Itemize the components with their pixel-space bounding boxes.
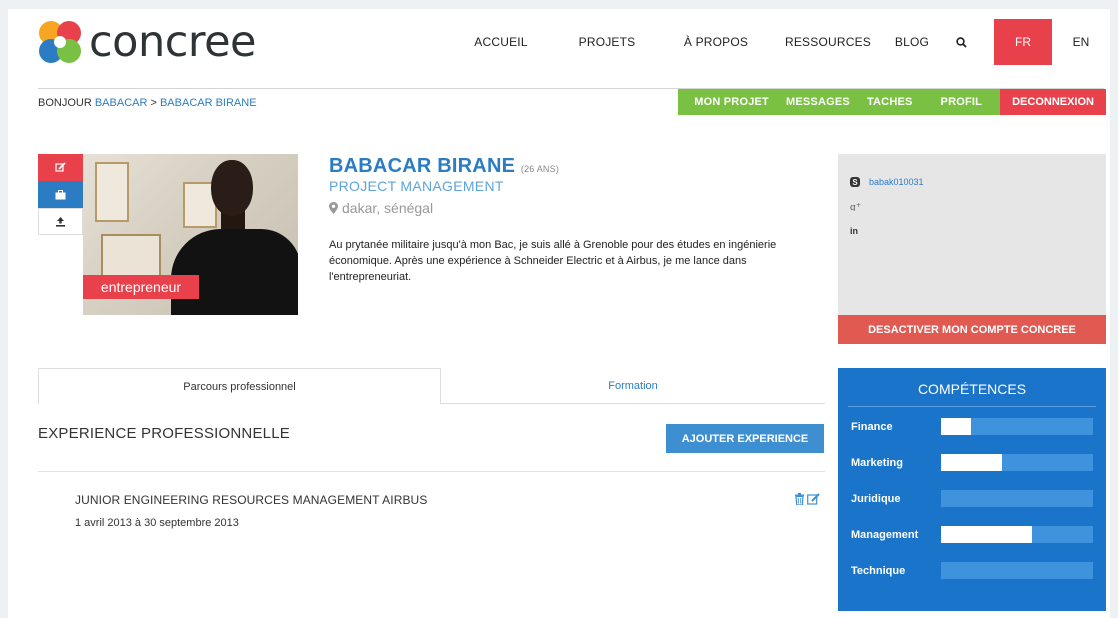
- profile-role: PROJECT MANAGEMENT: [329, 178, 504, 194]
- skill-bar: [941, 490, 1093, 507]
- google-plus-icon: g +: [850, 202, 861, 211]
- experience-item-dates: 1 avril 2013 à 30 septembre 2013: [75, 517, 239, 529]
- tab-parcours-professionnel[interactable]: Parcours professionnel: [38, 368, 441, 404]
- skype-username[interactable]: babak010031: [869, 177, 924, 187]
- deactivate-account-button[interactable]: DESACTIVER MON COMPTE CONCREE: [838, 315, 1106, 344]
- breadcrumb-current[interactable]: BABACAR BIRANE: [160, 97, 257, 109]
- upload-button[interactable]: [38, 208, 83, 235]
- experience-item-actions: [794, 493, 820, 505]
- skill-label: Marketing: [851, 456, 903, 469]
- edit-icon[interactable]: [807, 493, 820, 505]
- experience-item-title: JUNIOR ENGINEERING RESOURCES MANAGEMENT …: [75, 493, 428, 507]
- subnav-item-taches[interactable]: TACHES: [867, 96, 913, 108]
- skills-panel: COMPÉTENCES Finance Marketing Juridique …: [838, 368, 1106, 611]
- skill-bar-fill: [941, 526, 1033, 543]
- skills-divider: [848, 406, 1096, 407]
- svg-text:in: in: [850, 226, 858, 235]
- svg-text:+: +: [856, 202, 861, 209]
- profile-name-text: BABACAR BIRANE: [329, 155, 516, 177]
- svg-text:S: S: [852, 178, 858, 187]
- logo-text: concree: [89, 17, 257, 67]
- search-icon[interactable]: [946, 19, 976, 65]
- skill-bar-fill: [941, 418, 972, 435]
- profile-location-text: dakar, sénégal: [342, 200, 434, 216]
- social-panel: S babak010031 g + in: [838, 154, 1106, 315]
- skill-bar: [941, 526, 1093, 543]
- subnav-item-mon-projet[interactable]: MON PROJET: [694, 96, 769, 108]
- breadcrumb-greeting: BONJOUR: [38, 97, 95, 109]
- nav-item-projets[interactable]: PROJETS: [556, 19, 658, 65]
- map-marker-icon: [329, 202, 338, 214]
- profile-actions: [38, 154, 83, 235]
- breadcrumb-separator: >: [147, 97, 160, 109]
- linkedin-icon: in: [850, 226, 858, 235]
- skype-icon: S: [850, 177, 860, 187]
- user-subnav-group: MON PROJET MESSAGES TACHES PROFIL: [678, 89, 1001, 115]
- role-badge: entrepreneur: [83, 275, 199, 299]
- skill-label: Juridique: [851, 492, 901, 505]
- subnav-item-profil[interactable]: PROFIL: [941, 96, 983, 108]
- page: concree ACCUEIL PROJETS À PROPOS RESSOUR…: [8, 9, 1110, 618]
- nav-item-accueil[interactable]: ACCUEIL: [466, 19, 536, 65]
- lang-fr-button[interactable]: FR: [994, 19, 1052, 65]
- profile-age: (26 ANS): [520, 164, 560, 174]
- skill-label: Finance: [851, 420, 893, 433]
- skill-bar: [941, 562, 1093, 579]
- skill-row: Marketing: [851, 454, 1101, 471]
- portfolio-button[interactable]: [38, 181, 83, 208]
- tab-formation[interactable]: Formation: [441, 368, 825, 404]
- linkedin-row[interactable]: in: [850, 225, 862, 235]
- skill-label: Technique: [851, 564, 906, 577]
- briefcase-icon: [55, 189, 66, 199]
- skill-bar: [941, 418, 1093, 435]
- add-experience-button[interactable]: AJOUTER EXPERIENCE: [666, 424, 824, 453]
- skill-bar: [941, 454, 1093, 471]
- profile-name: BABACAR BIRANE (26 ANS): [329, 155, 559, 178]
- breadcrumb-user-link[interactable]: BABACAR: [95, 97, 148, 109]
- google-plus-row[interactable]: g +: [850, 201, 862, 211]
- profile-bio: Au prytanée militaire jusqu'à mon Bac, j…: [329, 239, 777, 283]
- trash-icon[interactable]: [794, 493, 805, 505]
- experience-divider: [38, 471, 825, 472]
- skill-bar-fill: [941, 454, 1002, 471]
- puzzle-logo-icon: [39, 21, 81, 63]
- skill-row: Finance: [851, 418, 1101, 435]
- skill-row: Juridique: [851, 490, 1101, 507]
- profile-location: dakar, sénégal: [329, 200, 433, 216]
- edit-icon: [55, 162, 66, 172]
- breadcrumb: BONJOUR BABACAR > BABACAR BIRANE: [38, 97, 257, 109]
- skill-row: Management: [851, 526, 1101, 543]
- nav-item-ressources[interactable]: RESSOURCES: [772, 19, 884, 65]
- experience-section-title: EXPERIENCE PROFESSIONNELLE: [38, 425, 290, 442]
- logo[interactable]: concree: [37, 17, 257, 67]
- skill-row: Technique: [851, 562, 1101, 579]
- skills-title: COMPÉTENCES: [917, 381, 1027, 397]
- nav-item-blog[interactable]: BLOG: [886, 19, 938, 65]
- main-nav: ACCUEIL PROJETS À PROPOS RESSOURCES BLOG…: [466, 19, 1110, 65]
- upload-icon: [56, 217, 65, 227]
- subnav-item-messages[interactable]: MESSAGES: [786, 96, 850, 108]
- edit-profile-button[interactable]: [38, 154, 83, 181]
- logout-button[interactable]: DECONNEXION: [1000, 89, 1106, 115]
- profile-tabs: Parcours professionnel Formation: [38, 368, 825, 404]
- skill-label: Management: [851, 528, 919, 541]
- skype-row[interactable]: S babak010031: [850, 177, 924, 187]
- lang-en-button[interactable]: EN: [1052, 19, 1110, 65]
- user-subnav: MON PROJET MESSAGES TACHES PROFIL DECONN…: [678, 89, 1106, 115]
- nav-item-a-propos[interactable]: À PROPOS: [666, 19, 766, 65]
